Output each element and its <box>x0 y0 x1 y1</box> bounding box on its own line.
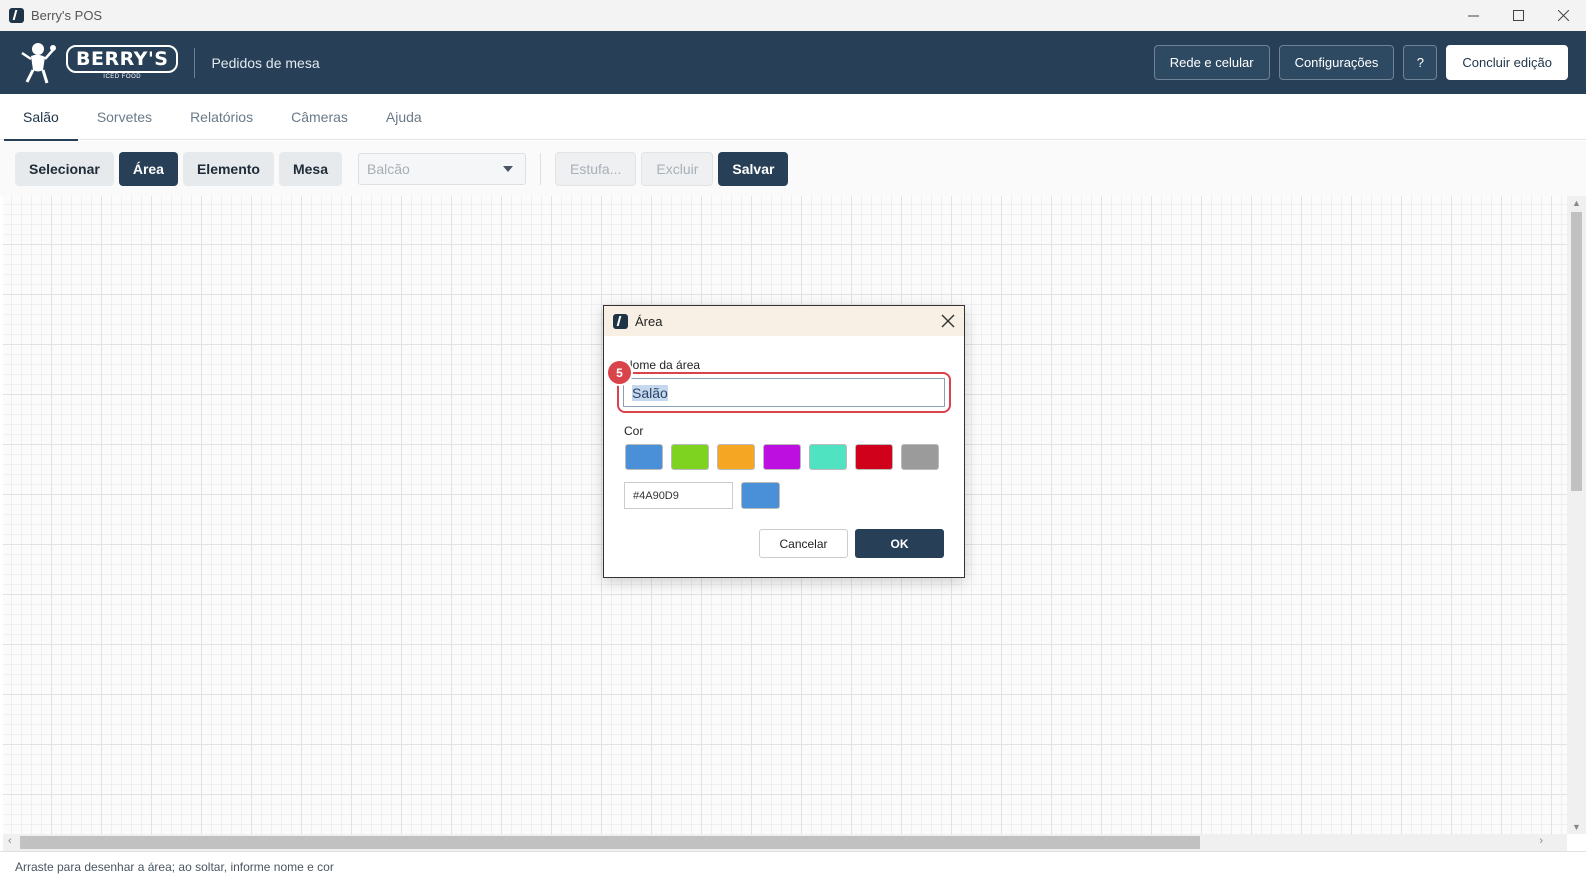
tab-sorvetes[interactable]: Sorvetes <box>78 94 171 140</box>
scroll-down-icon[interactable]: ▼ <box>1572 822 1581 832</box>
status-text: Arraste para desenhar a área; ao soltar,… <box>15 859 334 874</box>
element-tool-button[interactable]: Elemento <box>182 151 274 186</box>
minimize-icon[interactable] <box>1451 0 1496 31</box>
app-icon <box>9 8 24 23</box>
section-title: Pedidos de mesa <box>211 54 320 71</box>
horizontal-scrollbar[interactable]: ‹ › <box>3 834 1567 851</box>
window-titlebar: Berry's POS <box>0 0 1586 31</box>
cancel-button[interactable]: Cancelar <box>759 529 848 558</box>
tab-ajuda[interactable]: Ajuda <box>367 94 441 140</box>
color-swatch-green[interactable] <box>671 444 709 470</box>
maximize-icon[interactable] <box>1496 0 1541 31</box>
tab-salao[interactable]: Salão <box>4 94 78 141</box>
network-button[interactable]: Rede e celular <box>1153 45 1270 80</box>
select-tool-button[interactable]: Selecionar <box>15 151 114 186</box>
color-swatch-teal[interactable] <box>809 444 847 470</box>
color-preview[interactable] <box>741 482 780 509</box>
save-button[interactable]: Salvar <box>718 151 789 186</box>
chevron-down-icon <box>503 165 514 172</box>
color-swatch-orange[interactable] <box>717 444 755 470</box>
settings-button[interactable]: Configurações <box>1278 45 1395 80</box>
scroll-right-icon[interactable]: › <box>1539 835 1543 847</box>
window-title: Berry's POS <box>31 8 103 23</box>
vertical-scrollbar[interactable]: ▲ ▼ <box>1567 196 1586 834</box>
vertical-scroll-thumb[interactable] <box>1571 212 1582 491</box>
color-swatch-purple[interactable] <box>763 444 801 470</box>
delete-button[interactable]: Excluir <box>641 151 714 186</box>
toolbar-divider <box>540 152 542 185</box>
color-swatch-gray[interactable] <box>901 444 939 470</box>
horizontal-scroll-thumb[interactable] <box>20 836 1200 849</box>
scroll-up-icon[interactable]: ▲ <box>1572 198 1581 208</box>
close-icon[interactable] <box>1541 0 1586 31</box>
help-button[interactable]: ? <box>1403 45 1438 80</box>
color-swatch-blue[interactable] <box>625 444 663 470</box>
area-name-label: Nome da área <box>624 358 701 372</box>
app-header: BERRY'S ICED FOOD Pedidos de mesa Rede e… <box>0 31 1586 94</box>
brand-name: BERRY'S <box>66 45 179 73</box>
area-name-input[interactable]: Salão <box>623 378 945 407</box>
tab-cameras[interactable]: Câmeras <box>272 94 367 140</box>
step-badge: 5 <box>606 359 633 386</box>
area-dropdown-value: Balcão <box>367 160 410 177</box>
editor-toolbar: Selecionar Área Elemento Mesa Balcão Est… <box>0 141 1586 196</box>
dialog-header: Área <box>604 306 964 336</box>
app-icon <box>613 313 628 329</box>
hex-color-input[interactable]: #4A90D9 <box>624 482 733 509</box>
stove-button[interactable]: Estufa... <box>555 151 637 186</box>
close-icon[interactable] <box>939 312 957 330</box>
mascot-icon <box>21 42 56 83</box>
area-dropdown[interactable]: Balcão <box>358 152 527 185</box>
area-dialog: Área Nome da área Salão 5 Cor #4A90D9 Ca… <box>603 305 965 578</box>
status-bar: Arraste para desenhar a área; ao soltar,… <box>0 851 1586 893</box>
color-swatch-red[interactable] <box>855 444 893 470</box>
color-swatches <box>625 444 939 470</box>
brand-subtitle: ICED FOOD <box>103 74 142 80</box>
dialog-title: Área <box>635 313 663 329</box>
area-tool-button[interactable]: Área <box>118 151 178 186</box>
main-tabs: Salão Sorvetes Relatórios Câmeras Ajuda <box>0 94 1586 141</box>
scroll-left-icon[interactable]: ‹ <box>8 835 12 847</box>
header-divider <box>194 47 196 78</box>
ok-button[interactable]: OK <box>855 529 944 558</box>
area-name-value: Salão <box>632 384 668 401</box>
color-label: Cor <box>624 424 644 438</box>
table-tool-button[interactable]: Mesa <box>278 151 343 186</box>
brand-logo: BERRY'S ICED FOOD <box>16 40 179 86</box>
finish-editing-button[interactable]: Concluir edição <box>1446 45 1568 80</box>
tab-relatorios[interactable]: Relatórios <box>171 94 272 140</box>
